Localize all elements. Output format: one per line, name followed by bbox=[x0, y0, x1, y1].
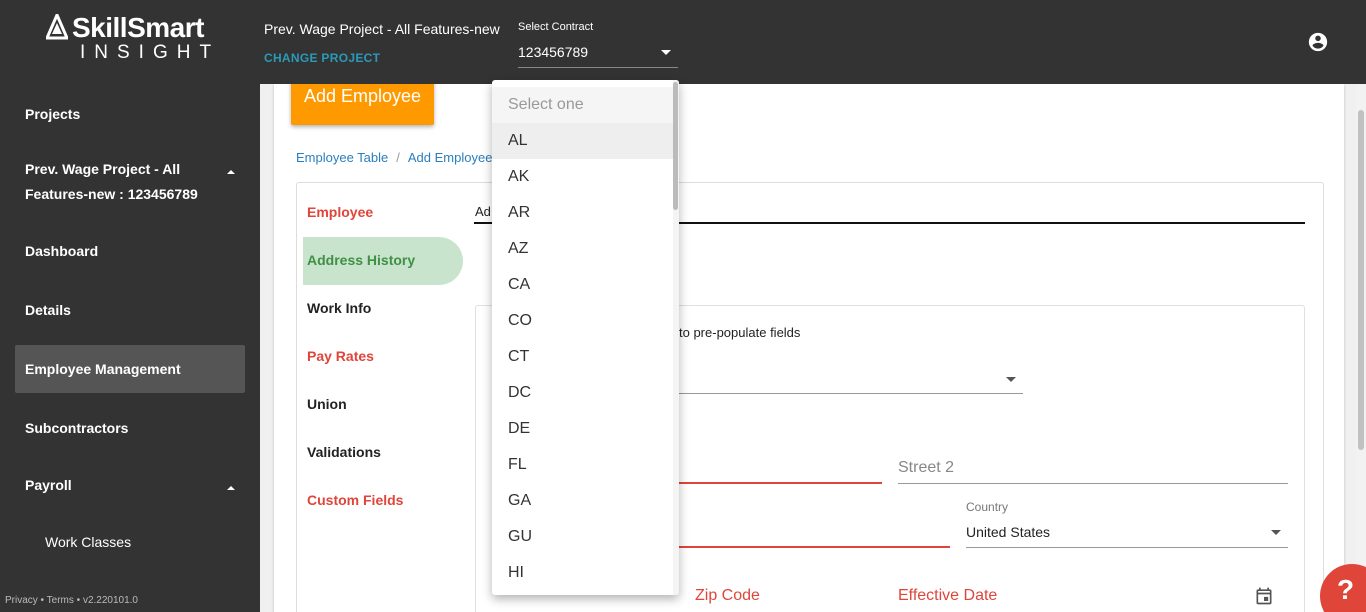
prepopulate-hint: to pre-populate fields bbox=[679, 325, 801, 340]
state-option-hi[interactable]: HI bbox=[492, 555, 673, 591]
skillsmart-logo: SkillSmart INSIGHT bbox=[46, 12, 226, 66]
sidebar-item-dashboard[interactable]: Dashboard bbox=[25, 243, 98, 259]
logo-triangle-icon bbox=[46, 14, 68, 40]
tab-custom-fields[interactable]: Custom Fields bbox=[307, 492, 403, 508]
effective-date-placeholder: Effective Date bbox=[898, 587, 998, 604]
sidebar-item-work-classes[interactable]: Work Classes bbox=[45, 534, 131, 550]
state-option-ak[interactable]: AK bbox=[492, 159, 673, 195]
state-dropdown-menu[interactable]: Select one AL AK AR AZ CA CO CT DC DE FL GA GU HI bbox=[492, 80, 679, 595]
section-title: Ad bbox=[475, 204, 491, 219]
address-lookup-select[interactable] bbox=[679, 393, 1023, 394]
account-circle-icon[interactable] bbox=[1307, 31, 1329, 53]
state-option-de[interactable]: DE bbox=[492, 411, 673, 447]
city-field[interactable] bbox=[679, 546, 950, 548]
state-option-ca[interactable]: CA bbox=[492, 267, 673, 303]
sidebar: Projects Prev. Wage Project - All Featur… bbox=[0, 84, 260, 612]
sidebar-item-details[interactable]: Details bbox=[25, 302, 71, 318]
contract-select[interactable]: 123456789 bbox=[518, 36, 678, 68]
state-option-dc[interactable]: DC bbox=[492, 375, 673, 411]
calendar-icon[interactable] bbox=[1254, 586, 1274, 606]
contract-value: 123456789 bbox=[518, 44, 589, 60]
state-option-co[interactable]: CO bbox=[492, 303, 673, 339]
tab-validations[interactable]: Validations bbox=[307, 444, 381, 460]
contract-label: Select Contract bbox=[518, 21, 594, 33]
breadcrumb-employee-table[interactable]: Employee Table bbox=[296, 150, 388, 165]
logo-text-insight: INSIGHT bbox=[80, 42, 221, 63]
country-caret-icon[interactable] bbox=[1271, 530, 1281, 535]
state-option-ga[interactable]: GA bbox=[492, 483, 673, 519]
tab-work-info[interactable]: Work Info bbox=[307, 300, 371, 316]
street2-field[interactable] bbox=[898, 483, 1288, 484]
logo-text-skillsmart: SkillSmart bbox=[72, 12, 204, 43]
state-option-fl[interactable]: FL bbox=[492, 447, 673, 483]
footer-links[interactable]: Privacy • Terms • v2.220101.0 bbox=[5, 595, 138, 606]
page-scrollbar-thumb[interactable] bbox=[1358, 110, 1364, 450]
payroll-collapse-icon[interactable] bbox=[227, 486, 235, 490]
sidebar-item-employee-management[interactable]: Employee Management bbox=[25, 361, 181, 377]
sidebar-item-projects[interactable]: Projects bbox=[25, 106, 80, 122]
sidebar-item-project-line1[interactable]: Prev. Wage Project - All bbox=[25, 161, 180, 177]
country-value[interactable]: United States bbox=[966, 524, 1050, 540]
state-option-ar[interactable]: AR bbox=[492, 195, 673, 231]
zip-placeholder: Zip Code bbox=[695, 587, 760, 604]
contract-caret-icon bbox=[661, 50, 671, 55]
breadcrumb-separator: / bbox=[396, 150, 400, 165]
change-project-link[interactable]: CHANGE PROJECT bbox=[264, 51, 380, 65]
street1-field[interactable] bbox=[679, 482, 882, 484]
dropdown-scrollbar-thumb[interactable] bbox=[673, 82, 678, 210]
state-option-gu[interactable]: GU bbox=[492, 519, 673, 555]
state-option-ct[interactable]: CT bbox=[492, 339, 673, 375]
address-lookup-caret-icon[interactable] bbox=[1006, 377, 1016, 382]
breadcrumb-add-employee[interactable]: Add Employee bbox=[408, 150, 493, 165]
sidebar-item-subcontractors[interactable]: Subcontractors bbox=[25, 420, 128, 436]
tab-address-history[interactable]: Address History bbox=[307, 252, 415, 268]
sidebar-item-project-line2[interactable]: Features-new : 123456789 bbox=[25, 186, 198, 202]
breadcrumb: Employee Table / Add Employee bbox=[296, 150, 492, 165]
state-option-placeholder[interactable]: Select one bbox=[492, 87, 673, 123]
street2-placeholder: Street 2 bbox=[898, 459, 955, 476]
state-option-az[interactable]: AZ bbox=[492, 231, 673, 267]
top-bar: SkillSmart INSIGHT Prev. Wage Project - … bbox=[0, 0, 1366, 84]
project-collapse-icon[interactable] bbox=[227, 170, 235, 174]
tab-pay-rates[interactable]: Pay Rates bbox=[307, 348, 374, 364]
tab-union[interactable]: Union bbox=[307, 396, 347, 412]
sidebar-item-payroll[interactable]: Payroll bbox=[25, 477, 72, 493]
project-title: Prev. Wage Project - All Features-new bbox=[264, 21, 500, 37]
tab-employee[interactable]: Employee bbox=[307, 204, 373, 220]
country-select[interactable] bbox=[966, 547, 1288, 548]
state-option-al[interactable]: AL bbox=[492, 123, 673, 159]
country-label: Country bbox=[966, 500, 1009, 514]
